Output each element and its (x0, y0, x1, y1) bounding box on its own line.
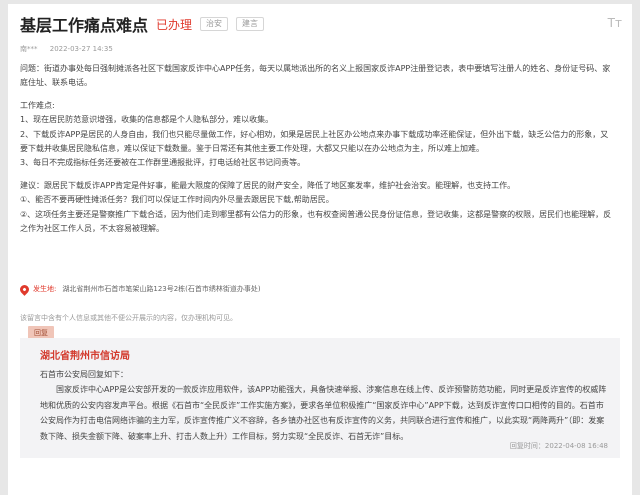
reply-content: 石首市公安局回复如下： 国家反诈中心APP是公安部开发的一款反诈应用软件，该AP… (40, 367, 608, 444)
difficulty-item: 3、每日不完成指标任务还要被在工作群里通报批评，打电话给社区书记问责等。 (20, 158, 306, 168)
reply-time: 回复时间：2022-04-08 16:48 (509, 442, 608, 450)
reply-section: 湖北省荆州市信访局 石首市公安局回复如下： 国家反诈中心APP是公安部开发的一款… (20, 338, 620, 458)
message-card: 基层工作痛点难点 已办理 治安 建言 Tт 南*** 2022-03-27 14… (8, 4, 632, 495)
message-body: 问题：街道办事处每日强制摊派各社区下载国家反诈中心APP任务，每天以属地派出所的… (20, 62, 612, 236)
post-datetime: 2022-03-27 14:35 (49, 45, 113, 53)
reply-intro: 石首市公安局回复如下： (40, 370, 128, 379)
post-meta: 南*** 2022-03-27 14:35 (20, 44, 113, 54)
difficulty-heading: 工作难点: (20, 100, 55, 110)
location-address: 湖北省荆州市石首市笔架山路123号2栋(石首市绣林街道办事处) (62, 285, 261, 293)
difficulty-item: 2、下载反诈APP是居民的人身自由，我们也只能尽量做工作，好心相劝，如果是居民上… (20, 129, 609, 154)
reply-organization: 湖北省荆州市信访局 (40, 351, 130, 362)
location-row: 发生地: 湖北省荆州市石首市笔架山路123号2栋(石首市绣林街道办事处) (18, 282, 261, 296)
font-size-toggle-icon[interactable]: Tт (608, 16, 622, 30)
tag-public-security[interactable]: 治安 (200, 17, 229, 31)
question-text: 问题：街道办事处每日强制摊派各社区下载国家反诈中心APP任务，每天以属地派出所的… (20, 64, 611, 88)
suggestion-text: 建议：跟居民下载反诈APP肯定是件好事，能最大限度的保障了居民的财产安全，降低了… (20, 180, 516, 190)
tag-suggestion[interactable]: 建言 (236, 17, 265, 31)
suggestion-point: ②、这项任务主要还是警察推广下载合适，因为他们走到哪里都有公信力的形象，也有权查… (20, 209, 612, 234)
reply-paragraph: 国家反诈中心APP是公安部开发的一款反诈应用软件，该APP功能强大，具备快速举报… (40, 385, 607, 441)
location-pin-icon (18, 282, 31, 296)
location-label: 发生地: (33, 285, 57, 293)
difficulty-item: 1、现在居民防范意识增强，收集的信息都是个人隐私部分，难以收集。 (20, 115, 274, 125)
title-row: 基层工作痛点难点 已办理 治安 建言 (20, 12, 265, 36)
privacy-disclaimer: 该留言中含有个人信息或其他不便公开展示的内容，仅办理机构可见。 (20, 314, 237, 322)
suggestion-point: ①、能否不要再硬性摊派任务？我们可以保证工作时间内外尽量去跟居民下载,帮助居民。 (20, 195, 334, 205)
page-title: 基层工作痛点难点 (20, 16, 149, 35)
author-name: 南*** (20, 45, 38, 53)
status-label: 已办理 (156, 17, 193, 32)
